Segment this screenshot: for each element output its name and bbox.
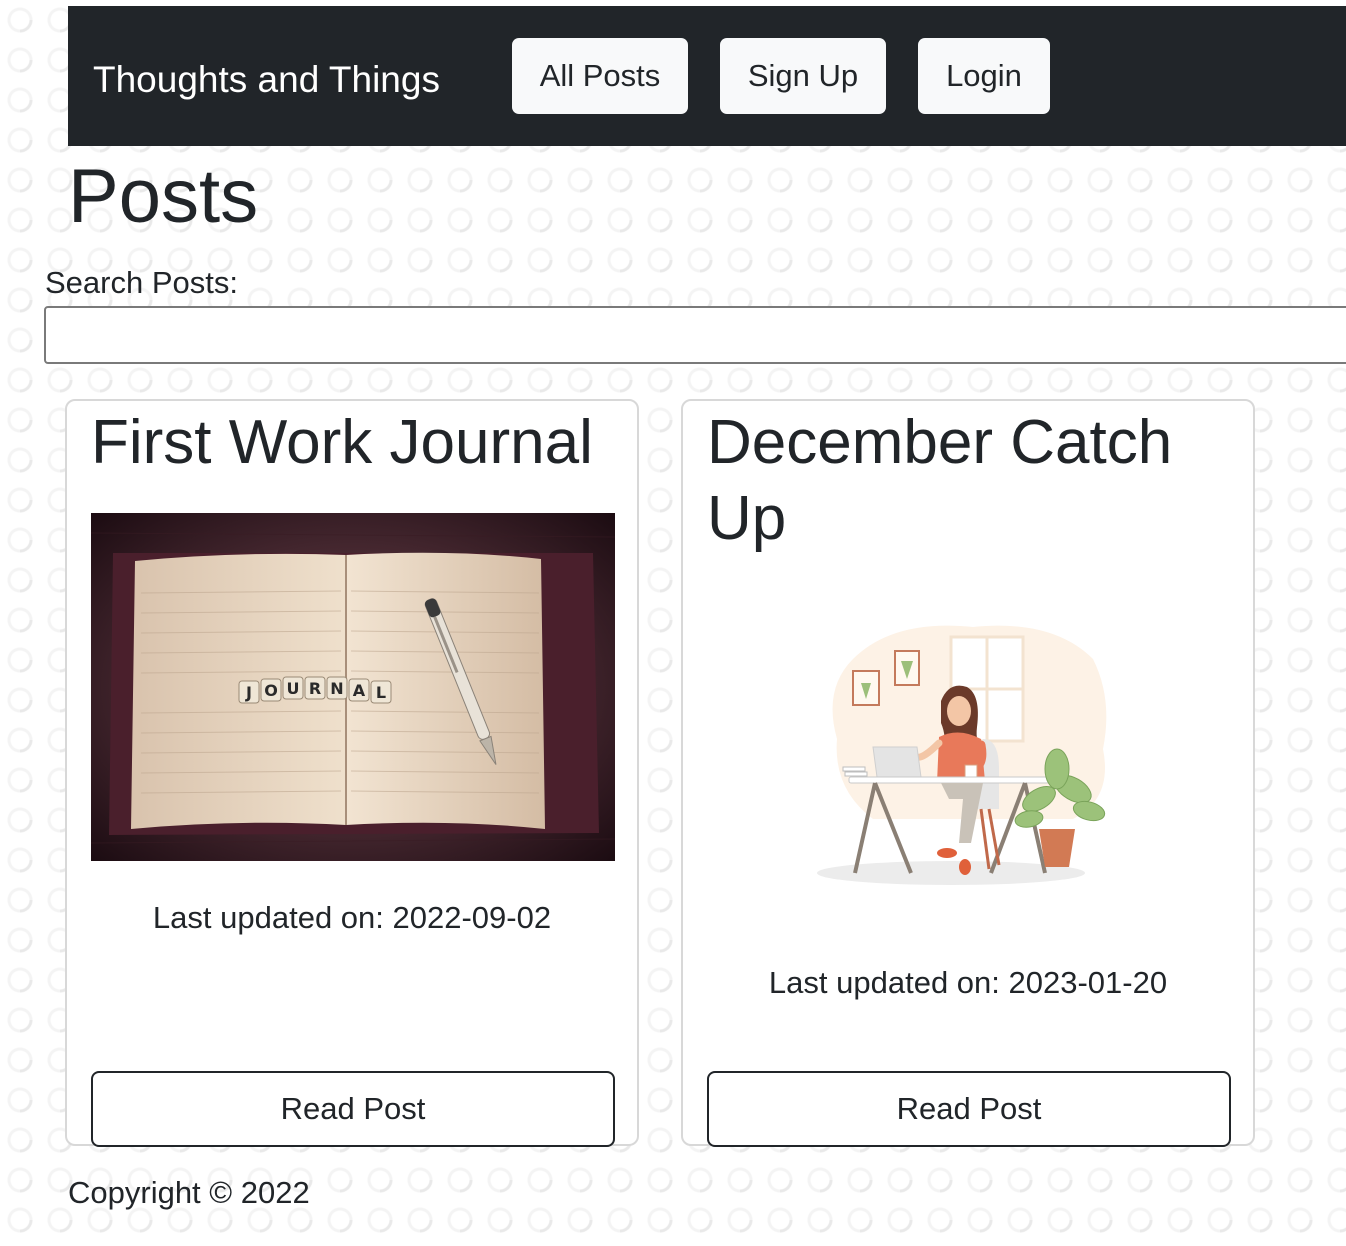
top-navbar: Thoughts and Things All Posts Sign Up Lo… (68, 6, 1346, 146)
tile-letter: O (264, 681, 278, 700)
nav-all-posts-button[interactable]: All Posts (512, 38, 688, 114)
post-last-updated: Last updated on: 2022-09-02 (152, 900, 552, 935)
post-title: First Work Journal (91, 408, 593, 477)
post-last-updated: Last updated on: 2023-01-20 (768, 965, 1168, 1000)
read-post-button[interactable]: Read Post (707, 1071, 1231, 1147)
site-brand[interactable]: Thoughts and Things (93, 58, 440, 102)
search-input[interactable] (44, 306, 1346, 364)
tile-letter: R (309, 679, 321, 698)
post-card: First Work Journal J O U R N A L Last up… (65, 399, 639, 1147)
nav-login-button[interactable]: Login (918, 38, 1050, 114)
nav-sign-up-button[interactable]: Sign Up (720, 38, 886, 114)
tile-letter: A (353, 681, 366, 700)
read-post-button[interactable]: Read Post (91, 1071, 615, 1147)
post-card: December Catch Up Last updated on: 2023-… (681, 399, 1255, 1147)
page-title: Posts (68, 154, 259, 239)
tile-letter: L (376, 683, 386, 702)
search-label: Search Posts: (45, 265, 238, 300)
tile-letter: U (287, 679, 300, 698)
journal-image: J O U R N A L (91, 513, 615, 861)
woman-at-desk-illustration (817, 625, 1107, 885)
footer-copyright: Copyright © 2022 (68, 1175, 310, 1210)
tile-letter: J (245, 683, 252, 702)
tile-letter: N (330, 679, 343, 698)
post-title: December Catch Up (707, 408, 1173, 553)
